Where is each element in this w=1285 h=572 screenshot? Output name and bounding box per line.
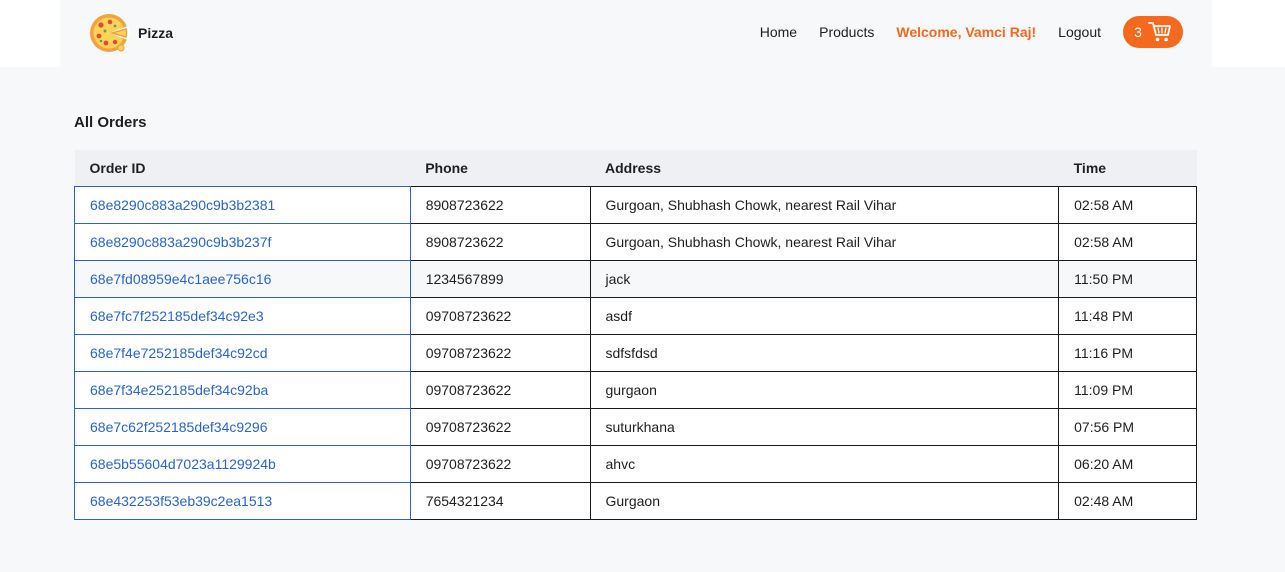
cart-count-badge: 3 (1134, 24, 1142, 40)
table-row: 68e7fd08959e4c1aee756c16 1234567899 jack… (74, 260, 1197, 298)
table-row: 68e7fc7f252185def34c92e3 09708723622 asd… (74, 297, 1197, 335)
order-id-link[interactable]: 68e7fd08959e4c1aee756c16 (90, 271, 271, 287)
navbar: Pizza Home Products Welcome, Vamci Raj! … (60, 0, 1212, 67)
address-cell: Gurgaon (589, 482, 1060, 520)
order-id-cell: 68e8290c883a290c9b3b2381 (74, 186, 411, 224)
order-id-cell: 68e7f4e7252185def34c92cd (74, 334, 411, 372)
time-cell: 11:16 PM (1058, 334, 1197, 372)
phone-cell: 7654321234 (409, 482, 591, 520)
order-id-cell: 68e5b55604d7023a1129924b (74, 445, 411, 483)
time-cell: 02:48 AM (1058, 482, 1197, 520)
order-id-link[interactable]: 68e7f4e7252185def34c92cd (90, 345, 268, 361)
phone-cell: 09708723622 (409, 371, 591, 409)
brand-name: Pizza (138, 25, 174, 41)
address-cell: sdfsfdsd (589, 334, 1060, 372)
nav-logout-link[interactable]: Logout (1058, 24, 1101, 40)
time-cell: 11:50 PM (1058, 260, 1197, 298)
address-cell: jack (589, 260, 1060, 298)
nav-products-link[interactable]: Products (819, 24, 874, 40)
order-id-link[interactable]: 68e432253f53eb39c2ea1513 (90, 493, 272, 509)
address-cell: suturkhana (589, 408, 1060, 446)
table-row: 68e7c62f252185def34c9296 09708723622 sut… (74, 408, 1197, 446)
orders-table: Order ID Phone Address Time 68e8290c883a… (74, 150, 1197, 520)
order-id-cell: 68e7fd08959e4c1aee756c16 (74, 260, 411, 298)
table-row: 68e8290c883a290c9b3b237f 8908723622 Gurg… (74, 223, 1197, 261)
time-cell: 07:56 PM (1058, 408, 1197, 446)
address-cell: ahvc (589, 445, 1060, 483)
phone-cell: 09708723622 (409, 408, 591, 446)
time-cell: 11:48 PM (1058, 297, 1197, 335)
nav-welcome-user[interactable]: Welcome, Vamci Raj! (896, 24, 1036, 40)
table-row: 68e7f4e7252185def34c92cd 09708723622 sdf… (74, 334, 1197, 372)
order-id-link[interactable]: 68e8290c883a290c9b3b2381 (90, 197, 275, 213)
order-id-cell: 68e7c62f252185def34c9296 (74, 408, 411, 446)
time-cell: 02:58 AM (1058, 223, 1197, 261)
order-id-link[interactable]: 68e7fc7f252185def34c92e3 (90, 308, 264, 324)
column-header-time: Time (1058, 150, 1197, 187)
order-id-link[interactable]: 68e5b55604d7023a1129924b (90, 456, 276, 472)
page-title: All Orders (74, 114, 147, 131)
table-row: 68e8290c883a290c9b3b2381 8908723622 Gurg… (74, 186, 1197, 224)
phone-cell: 1234567899 (409, 260, 591, 298)
order-id-link[interactable]: 68e7f34e252185def34c92ba (90, 382, 268, 398)
time-cell: 11:09 PM (1058, 371, 1197, 409)
table-row: 68e7f34e252185def34c92ba 09708723622 gur… (74, 371, 1197, 409)
table-row: 68e432253f53eb39c2ea1513 7654321234 Gurg… (74, 482, 1197, 520)
brand-home-link[interactable]: Pizza (88, 12, 173, 54)
address-cell: Gurgoan, Shubhash Chowk, nearest Rail Vi… (589, 223, 1060, 261)
phone-cell: 8908723622 (409, 223, 591, 261)
shopping-cart-icon (1147, 22, 1171, 42)
column-header-address: Address (590, 150, 1059, 187)
table-header-row: Order ID Phone Address Time (74, 150, 1197, 187)
nav-home-link[interactable]: Home (760, 24, 797, 40)
pizza-icon (90, 14, 130, 52)
time-cell: 06:20 AM (1058, 445, 1197, 483)
time-cell: 02:58 AM (1058, 186, 1197, 224)
cart-button[interactable]: 3 (1123, 16, 1183, 48)
address-cell: Gurgoan, Shubhash Chowk, nearest Rail Vi… (589, 186, 1060, 224)
order-id-cell: 68e8290c883a290c9b3b237f (74, 223, 411, 261)
address-cell: gurgaon (589, 371, 1060, 409)
column-header-order-id: Order ID (74, 150, 411, 187)
nav-links: Home Products Welcome, Vamci Raj! Logout… (738, 16, 1183, 48)
order-id-link[interactable]: 68e8290c883a290c9b3b237f (90, 234, 271, 250)
order-id-link[interactable]: 68e7c62f252185def34c9296 (90, 419, 268, 435)
order-id-cell: 68e7f34e252185def34c92ba (74, 371, 411, 409)
table-row: 68e5b55604d7023a1129924b 09708723622 ahv… (74, 445, 1197, 483)
phone-cell: 09708723622 (409, 445, 591, 483)
phone-cell: 09708723622 (409, 297, 591, 335)
order-id-cell: 68e432253f53eb39c2ea1513 (74, 482, 411, 520)
order-id-cell: 68e7fc7f252185def34c92e3 (74, 297, 411, 335)
phone-cell: 09708723622 (409, 334, 591, 372)
phone-cell: 8908723622 (409, 186, 591, 224)
address-cell: asdf (589, 297, 1060, 335)
column-header-phone: Phone (410, 150, 590, 187)
